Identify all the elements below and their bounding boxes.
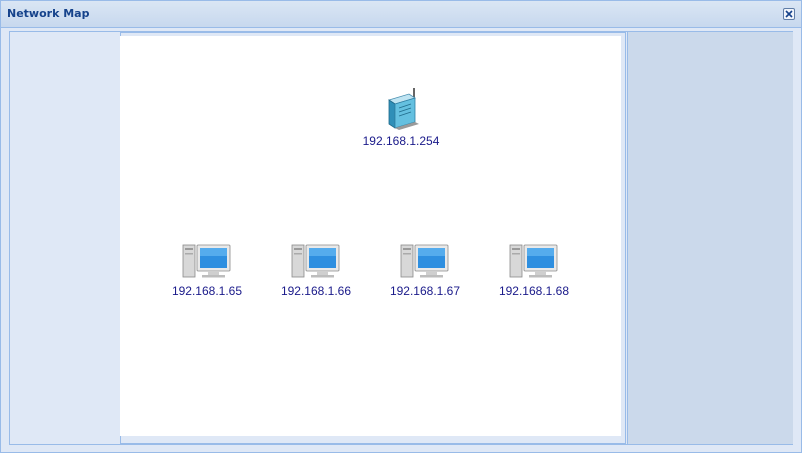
computer-ip-label: 192.168.1.65 xyxy=(171,284,243,298)
router-ip-label: 192.168.1.254 xyxy=(362,134,440,148)
close-icon xyxy=(785,10,793,18)
computer-ip-label: 192.168.1.67 xyxy=(389,284,461,298)
computer-node[interactable]: 192.168.1.68 xyxy=(489,243,579,298)
computer-icon xyxy=(291,244,340,278)
router-icon xyxy=(388,88,419,130)
computer-icon xyxy=(509,244,558,278)
computer-icon xyxy=(182,244,231,278)
computer-node[interactable]: 192.168.1.66 xyxy=(271,243,361,298)
router-node[interactable]: 192.168.1.254 xyxy=(351,86,451,148)
computer-ip-label: 192.168.1.68 xyxy=(498,284,570,298)
computer-icon xyxy=(400,244,449,278)
computer-node[interactable]: 192.168.1.65 xyxy=(162,243,252,298)
title-bar[interactable]: Network Map xyxy=(1,1,801,28)
close-button[interactable] xyxy=(783,8,795,20)
computer-ip-label: 192.168.1.66 xyxy=(280,284,352,298)
window-title: Network Map xyxy=(7,7,90,20)
computer-node[interactable]: 192.168.1.67 xyxy=(380,243,470,298)
right-panel xyxy=(627,32,793,444)
left-panel xyxy=(10,32,120,444)
